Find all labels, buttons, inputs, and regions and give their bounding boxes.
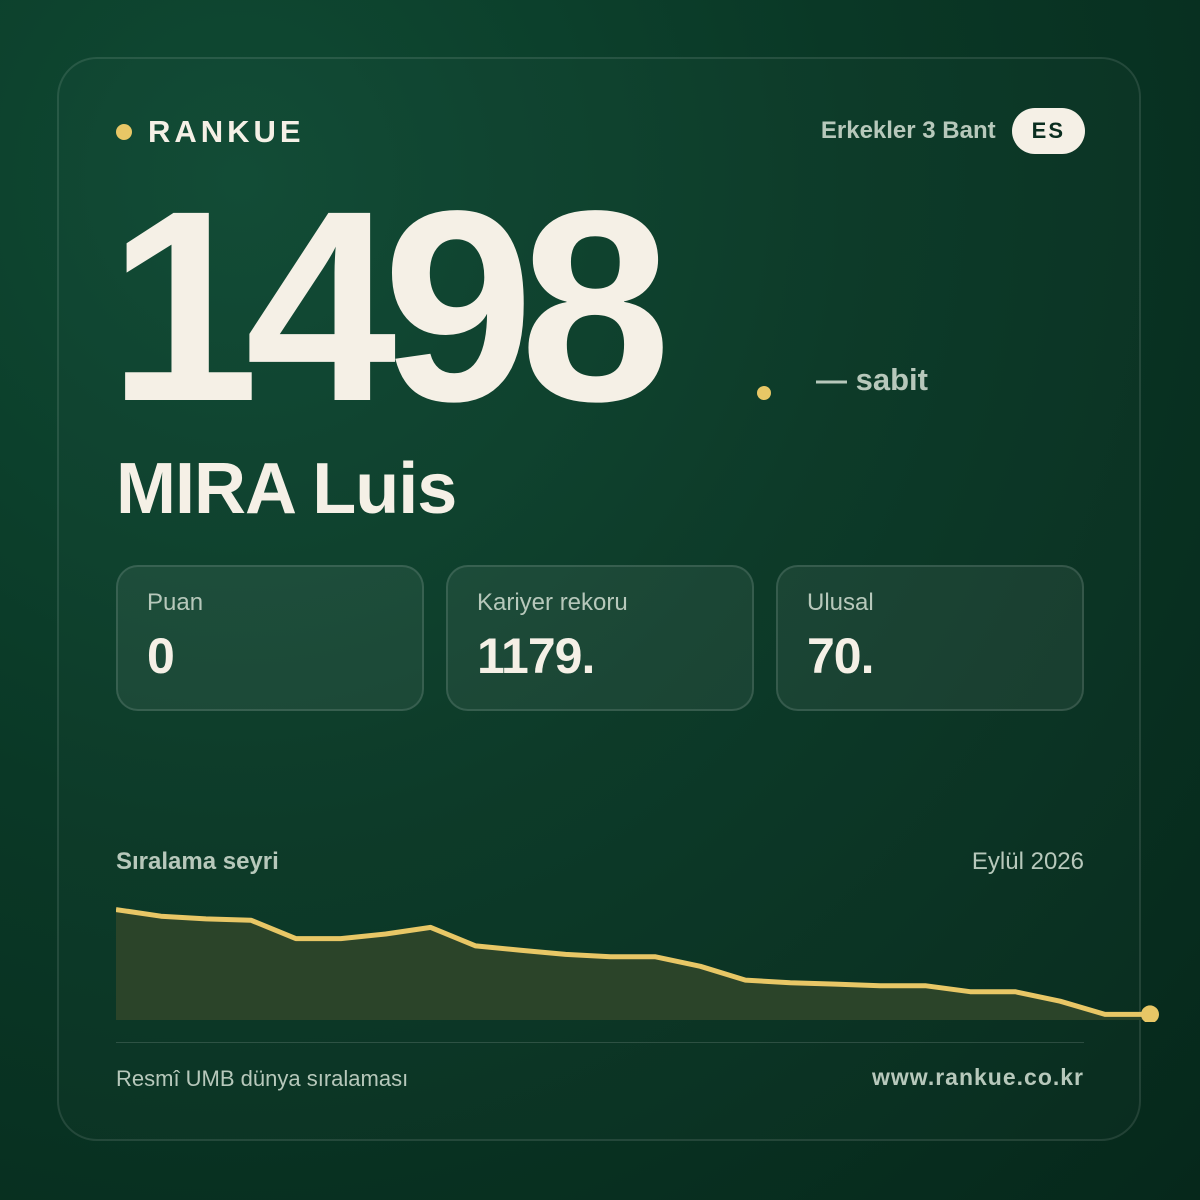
stat-label: Ulusal — [807, 589, 874, 616]
brand: RANKUE — [116, 112, 305, 152]
stat-card-career-record: Kariyer rekoru 1179. — [446, 565, 754, 711]
footer-divider — [116, 1042, 1084, 1043]
trend-end-point — [1141, 1005, 1159, 1022]
footer-source: Resmî UMB dünya sıralaması — [116, 1066, 409, 1091]
ranking-trend-chart — [116, 907, 1159, 1022]
country-badge: ES — [1011, 108, 1085, 154]
rank-dot-icon — [757, 386, 771, 400]
stat-value: 1179. — [477, 628, 595, 684]
stat-label: Puan — [147, 589, 204, 616]
rank-change: — sabit — [816, 362, 928, 397]
stat-card-national: Ulusal 70. — [776, 565, 1084, 711]
brand-dot-icon — [116, 124, 132, 140]
stat-label: Kariyer rekoru — [477, 589, 628, 616]
category-label: Erkekler 3 Bant — [820, 117, 996, 144]
trend-title: Sıralama seyri — [116, 848, 279, 875]
trend-date: Eylül 2026 — [971, 848, 1084, 875]
category-header: Erkekler 3 Bant ES — [821, 108, 1085, 154]
stat-card-points: Puan 0 — [116, 565, 424, 711]
brand-name: RANKUE — [148, 114, 305, 149]
stat-value: 70. — [807, 628, 875, 684]
footer-url[interactable]: www.rankue.co.kr — [872, 1064, 1084, 1091]
stat-value: 0 — [147, 628, 175, 684]
player-name: MIRA Luis — [116, 449, 457, 529]
rank-number: 1498 — [108, 154, 671, 458]
